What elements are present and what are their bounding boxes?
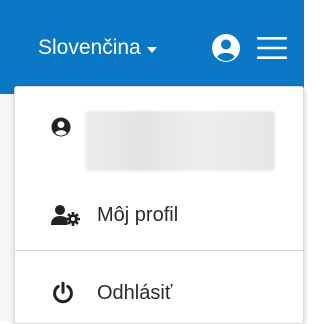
menu-item-label: Odhlásiť (97, 281, 173, 304)
menu-item-my-profile[interactable]: Môj profil (15, 199, 303, 231)
menu-item-logout[interactable]: Odhlásiť (15, 277, 303, 309)
power-icon (51, 281, 75, 305)
user-circle-icon (51, 117, 71, 137)
hamburger-menu-button[interactable] (257, 34, 287, 62)
language-label: Slovenčina (38, 36, 141, 59)
top-navbar: Slovenčina (0, 0, 304, 94)
user-gear-icon (51, 204, 81, 226)
language-dropdown-toggle[interactable]: Slovenčina (38, 33, 157, 63)
redacted-user-name (85, 111, 275, 171)
user-dropdown-menu: Môj profil Odhlásiť (14, 86, 304, 324)
user-menu-button[interactable] (211, 33, 241, 63)
menu-divider (15, 250, 303, 251)
user-circle-icon (212, 34, 240, 62)
hamburger-menu-icon (257, 37, 287, 59)
page-background-edge (0, 94, 12, 322)
caret-down-icon (146, 46, 157, 53)
menu-item-label: Môj profil (97, 203, 179, 226)
